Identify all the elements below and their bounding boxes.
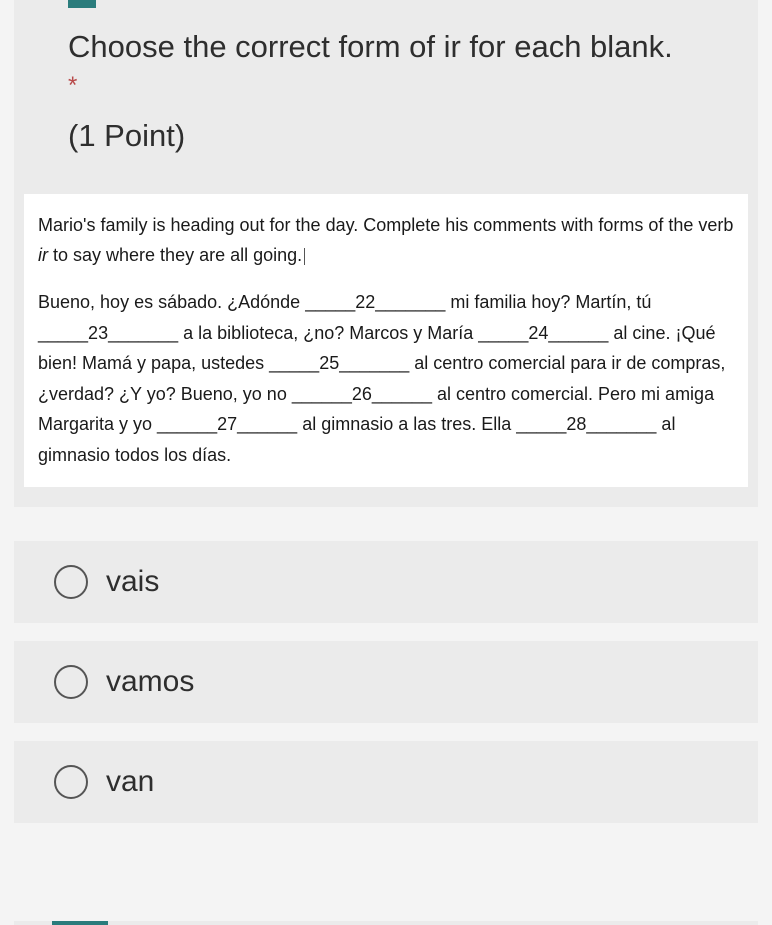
radio-icon <box>54 565 88 599</box>
passage-intro: Mario's family is heading out for the da… <box>38 210 734 271</box>
question-number-marker <box>68 0 96 8</box>
question-card: Choose the correct form of ir for each b… <box>14 0 758 507</box>
required-asterisk: * <box>68 72 704 100</box>
passage-intro-pre: Mario's family is heading out for the da… <box>38 215 733 235</box>
option-row-vais[interactable]: vais <box>14 541 758 623</box>
points-label: (1 Point) <box>68 118 704 154</box>
question-title: Choose the correct form of ir for each b… <box>68 26 704 68</box>
passage-body: Bueno, hoy es sábado. ¿Adónde _____22___… <box>38 287 734 471</box>
next-question-marker <box>52 921 108 925</box>
option-label: vamos <box>106 665 194 699</box>
option-label: vais <box>106 565 159 599</box>
passage-box: Mario's family is heading out for the da… <box>24 194 748 487</box>
question-header: Choose the correct form of ir for each b… <box>14 8 758 166</box>
radio-icon <box>54 665 88 699</box>
passage-intro-post: to say where they are all going. <box>48 245 302 265</box>
next-question-card-top <box>14 921 758 925</box>
passage-intro-verb: ir <box>38 245 48 265</box>
option-row-van[interactable]: van <box>14 741 758 823</box>
text-cursor <box>304 248 305 265</box>
option-row-vamos[interactable]: vamos <box>14 641 758 723</box>
options-wrapper: vais vamos van <box>14 541 758 823</box>
footer-space <box>0 841 772 921</box>
option-label: van <box>106 765 154 799</box>
radio-icon <box>54 765 88 799</box>
